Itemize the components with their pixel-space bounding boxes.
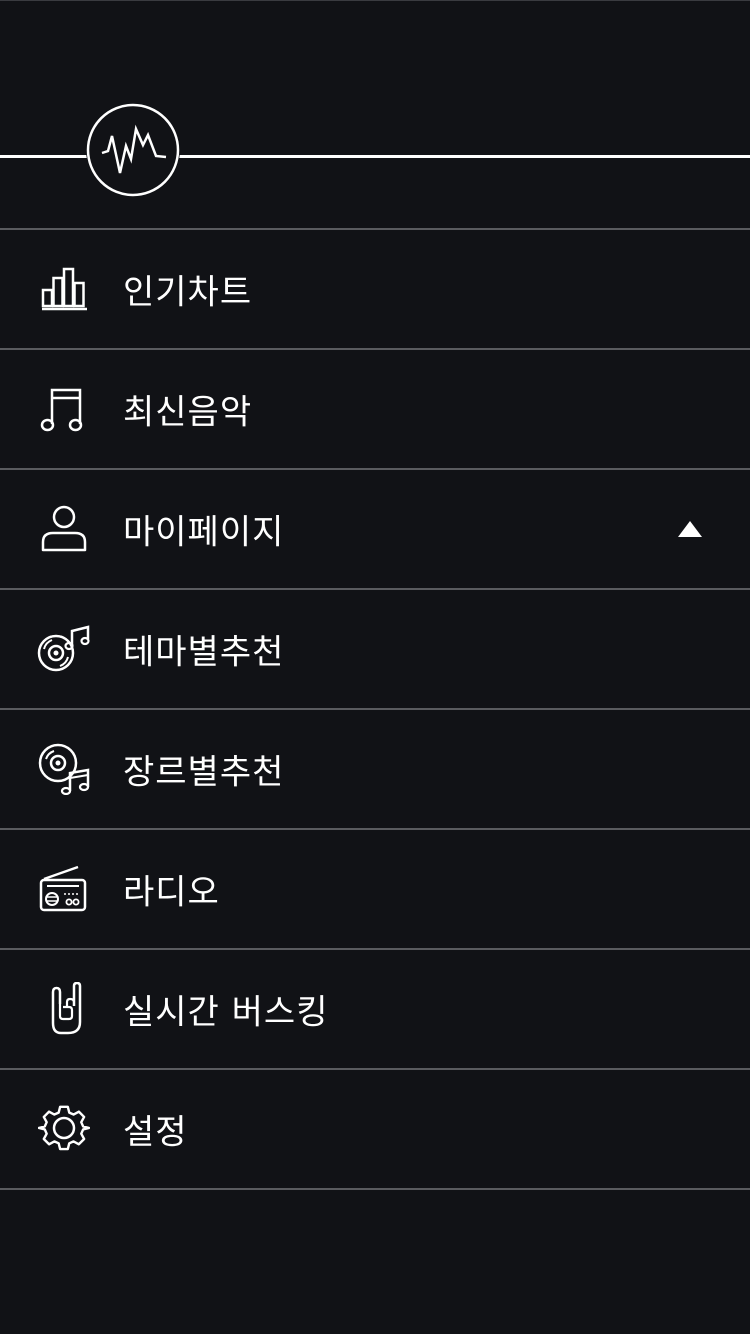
- music-note-icon: [36, 381, 92, 437]
- menu-header: [0, 0, 750, 229]
- menu-item-label: 최신음악: [123, 392, 253, 433]
- menu-item-label: 인기차트: [123, 272, 253, 313]
- menu-item-popular-chart[interactable]: 인기차트: [0, 230, 750, 350]
- menu-item-settings[interactable]: 설정: [0, 1070, 750, 1190]
- menu-item-live-busking[interactable]: 실시간 버스킹: [0, 950, 750, 1070]
- menu-item-radio[interactable]: 라디오: [0, 830, 750, 950]
- menu-item-label: 테마별추천: [123, 632, 285, 673]
- menu-item-theme-recommendation[interactable]: 테마별추천: [0, 590, 750, 710]
- gear-icon: [36, 1101, 92, 1157]
- menu-item-label: 라디오: [123, 872, 220, 913]
- menu-item-label: 실시간 버스킹: [123, 992, 329, 1033]
- menu-item-label: 설정: [123, 1112, 188, 1153]
- waveform-logo-icon[interactable]: [86, 103, 180, 197]
- menu-item-label: 장르별추천: [123, 752, 285, 793]
- menu-item-genre-recommendation[interactable]: 장르별추천: [0, 710, 750, 830]
- caret-up-icon[interactable]: [678, 521, 702, 537]
- bar-chart-icon: [36, 261, 92, 317]
- disc-genre-icon: [36, 741, 92, 797]
- menu-item-my-page[interactable]: 마이페이지: [0, 470, 750, 590]
- menu-item-label: 마이페이지: [123, 512, 285, 553]
- menu-item-latest-music[interactable]: 최신음악: [0, 350, 750, 470]
- rock-hand-icon: [36, 981, 92, 1037]
- navigation-menu: 인기차트 최신음악 마이페이지 테마별추천 장르별추천 라디오 실시간 버스킹 …: [0, 228, 750, 1190]
- side-menu-screen: 인기차트 최신음악 마이페이지 테마별추천 장르별추천 라디오 실시간 버스킹 …: [0, 0, 750, 1334]
- disc-music-icon: [36, 621, 92, 677]
- user-icon: [36, 501, 92, 557]
- radio-icon: [36, 861, 92, 917]
